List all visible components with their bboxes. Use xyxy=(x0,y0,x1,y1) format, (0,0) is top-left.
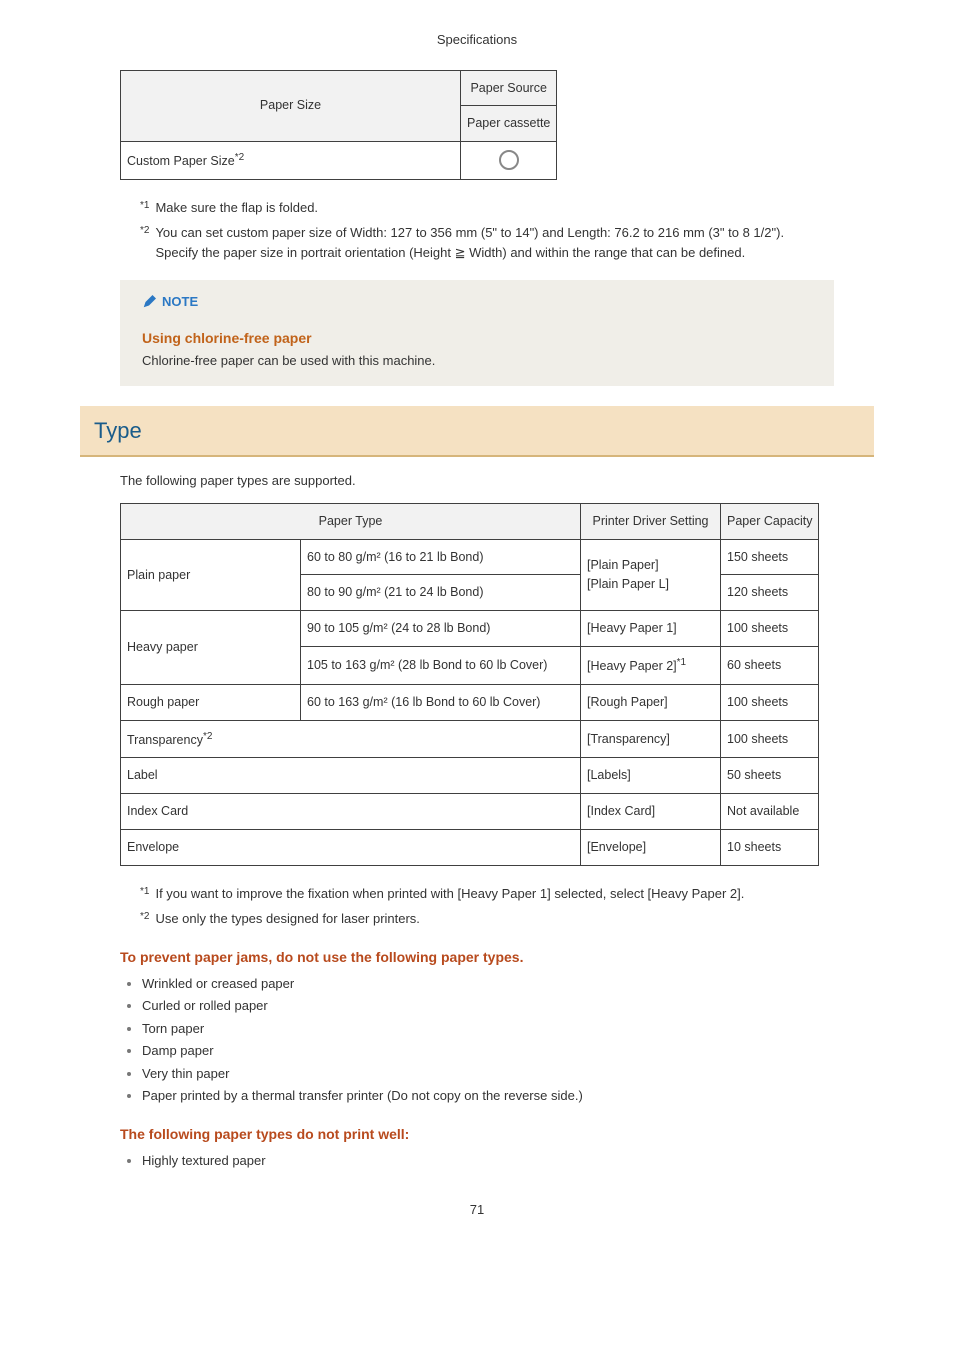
th-paper-cassette: Paper cassette xyxy=(461,106,557,142)
page-header: Specifications xyxy=(80,30,874,50)
table-row: Custom Paper Size*2 xyxy=(121,142,557,180)
table-row: Label [Labels] 50 sheets xyxy=(121,758,819,794)
cell: Rough paper xyxy=(121,684,301,720)
fn-marker: *1 xyxy=(140,884,149,904)
table-row: Heavy paper 90 to 105 g/m² (24 to 28 lb … xyxy=(121,611,819,647)
cell-custom-mark xyxy=(461,142,557,180)
table-row: Index Card [Index Card] Not available xyxy=(121,794,819,830)
cell-custom-size: Custom Paper Size*2 xyxy=(121,142,461,180)
cell: 100 sheets xyxy=(721,720,819,758)
fn-marker: *2 xyxy=(140,909,149,929)
list-item: Very thin paper xyxy=(142,1064,874,1084)
list-item: Damp paper xyxy=(142,1041,874,1061)
cell: 100 sheets xyxy=(721,611,819,647)
table-row: Rough paper 60 to 163 g/m² (16 lb Bond t… xyxy=(121,684,819,720)
note-box: NOTE Using chlorine-free paper Chlorine-… xyxy=(120,280,834,386)
cell: 100 sheets xyxy=(721,684,819,720)
cell: 60 sheets xyxy=(721,646,819,684)
cell: 150 sheets xyxy=(721,539,819,575)
cell: Index Card xyxy=(121,794,581,830)
cell: 120 sheets xyxy=(721,575,819,611)
cell: Transparency*2 xyxy=(121,720,581,758)
cell: 105 to 163 g/m² (28 lb Bond to 60 lb Cov… xyxy=(301,646,581,684)
table-row: Plain paper 60 to 80 g/m² (16 to 21 lb B… xyxy=(121,539,819,575)
paper-size-table: Paper Size Paper Source Paper cassette C… xyxy=(120,70,557,180)
note-label: NOTE xyxy=(142,292,198,312)
note-heading: Using chlorine-free paper xyxy=(142,328,812,349)
fn-text: Use only the types designed for laser pr… xyxy=(155,909,419,929)
cell: Heavy paper xyxy=(121,611,301,685)
cell: Not available xyxy=(721,794,819,830)
list-item: Paper printed by a thermal transfer prin… xyxy=(142,1086,874,1106)
fn-text: You can set custom paper size of Width: … xyxy=(155,223,784,262)
table-row: Envelope [Envelope] 10 sheets xyxy=(121,829,819,865)
th-driver-setting: Printer Driver Setting xyxy=(581,503,721,539)
fn-marker: *1 xyxy=(140,198,149,218)
fn-text: Make sure the flap is folded. xyxy=(155,198,318,218)
cell: 60 to 80 g/m² (16 to 21 lb Bond) xyxy=(301,539,581,575)
cell: 10 sheets xyxy=(721,829,819,865)
list-item: Wrinkled or creased paper xyxy=(142,974,874,994)
intro-text: The following paper types are supported. xyxy=(120,471,874,491)
footnotes-2: *1 If you want to improve the fixation w… xyxy=(140,884,874,929)
cell: [Plain Paper] [Plain Paper L] xyxy=(581,539,721,611)
warn-list-2: Highly textured paper xyxy=(124,1151,874,1171)
th-paper-source: Paper Source xyxy=(461,70,557,106)
list-item: Torn paper xyxy=(142,1019,874,1039)
list-item: Highly textured paper xyxy=(142,1151,874,1171)
th-paper-capacity: Paper Capacity xyxy=(721,503,819,539)
cell: [Index Card] xyxy=(581,794,721,830)
th-paper-type: Paper Type xyxy=(121,503,581,539)
warn-heading-1: To prevent paper jams, do not use the fo… xyxy=(120,947,874,968)
cell: Plain paper xyxy=(121,539,301,611)
cell: 50 sheets xyxy=(721,758,819,794)
list-item: Curled or rolled paper xyxy=(142,996,874,1016)
warn-list-1: Wrinkled or creased paper Curled or roll… xyxy=(124,974,874,1106)
circle-icon xyxy=(499,150,519,170)
section-title-type: Type xyxy=(80,406,874,457)
cell: [Labels] xyxy=(581,758,721,794)
paper-type-table: Paper Type Printer Driver Setting Paper … xyxy=(120,503,819,866)
note-text: Chlorine-free paper can be used with thi… xyxy=(142,351,812,371)
cell: 60 to 163 g/m² (16 lb Bond to 60 lb Cove… xyxy=(301,684,581,720)
page-number: 71 xyxy=(80,1200,874,1220)
cell: Label xyxy=(121,758,581,794)
cell: 80 to 90 g/m² (21 to 24 lb Bond) xyxy=(301,575,581,611)
warn-heading-2: The following paper types do not print w… xyxy=(120,1124,874,1145)
cell: [Rough Paper] xyxy=(581,684,721,720)
th-paper-size: Paper Size xyxy=(121,70,461,142)
cell: [Transparency] xyxy=(581,720,721,758)
fn-marker: *2 xyxy=(140,223,149,262)
table-row: Transparency*2 [Transparency] 100 sheets xyxy=(121,720,819,758)
cell: 90 to 105 g/m² (24 to 28 lb Bond) xyxy=(301,611,581,647)
cell: [Heavy Paper 2]*1 xyxy=(581,646,721,684)
cell: Envelope xyxy=(121,829,581,865)
pen-icon xyxy=(142,295,156,309)
cell: [Envelope] xyxy=(581,829,721,865)
cell: [Heavy Paper 1] xyxy=(581,611,721,647)
footnotes-1: *1 Make sure the flap is folded. *2 You … xyxy=(140,198,874,263)
fn-text: If you want to improve the fixation when… xyxy=(155,884,744,904)
